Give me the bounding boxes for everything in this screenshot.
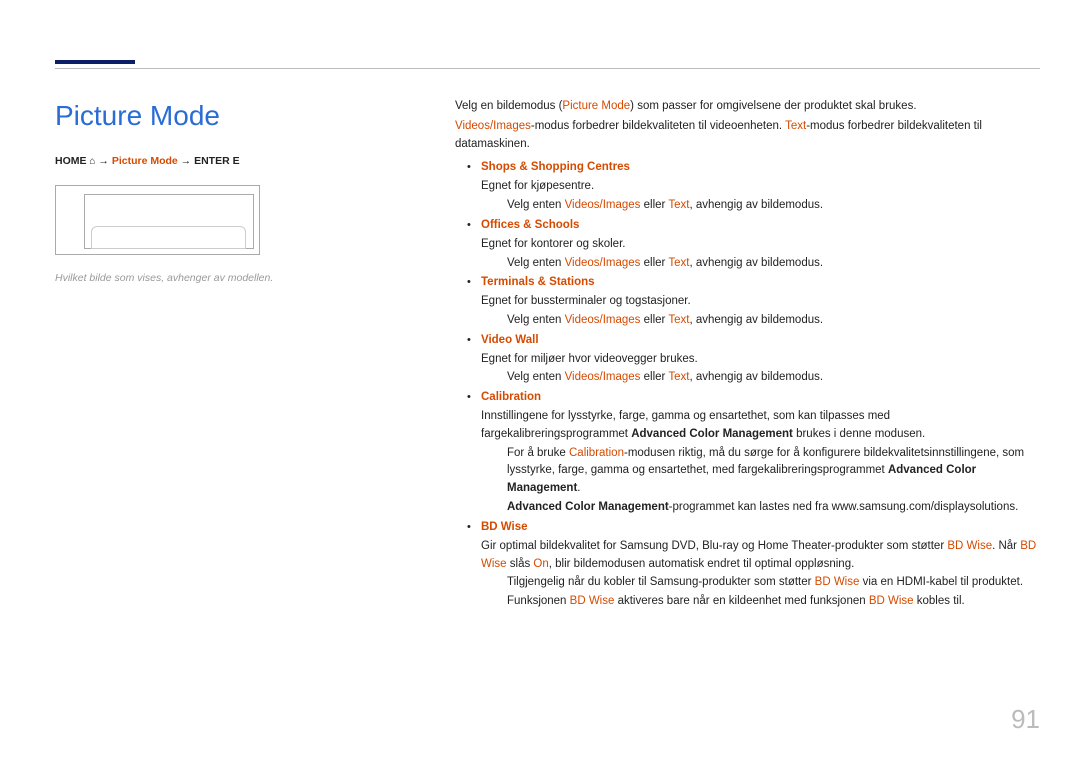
accent-videos-images: Videos/Images [565,314,641,326]
accent-text: Text [668,199,689,211]
list-item-videowall: Video Wall Egnet for miljøer hvor videov… [455,332,1040,387]
accent-picture-mode: Picture Mode [562,100,630,112]
mode-title: Shops & Shopping Centres [481,159,1040,177]
mode-desc: Egnet for bussterminaler og togstasjoner… [481,293,1040,311]
text: ) som passer for omgivelsene der produkt… [630,100,916,112]
accent-videos-images: Videos/Images [455,120,531,132]
image-preview-note: Hvilket bilde som vises, avhenger av mod… [55,272,315,284]
text: Velg enten [507,371,565,383]
accent-calibration: Calibration [569,447,624,459]
text: . [577,482,580,494]
text: eller [640,257,668,269]
accent-bdwise: BD Wise [815,576,860,588]
accent-videos-images: Videos/Images [565,199,641,211]
bold-acm: Advanced Color Management [631,428,793,440]
main-content: Velg en bildemodus (Picture Mode) som pa… [455,98,1040,613]
page-number: 91 [1011,704,1040,735]
accent-text: Text [785,120,806,132]
list-item-calibration: Calibration Innstillingene for lysstyrke… [455,389,1040,517]
mode-subline: Velg enten Videos/Images eller Text, avh… [507,197,1040,215]
text: Velg enten [507,314,565,326]
mode-subline: Velg enten Videos/Images eller Text, avh… [507,255,1040,273]
text: Funksjonen [507,595,570,607]
image-preview-placeholder [55,185,260,255]
accent-text: Text [668,371,689,383]
text: -programmet kan lastes ned fra www.samsu… [669,501,1019,513]
text: eller [640,371,668,383]
mode-title: BD Wise [481,519,1040,537]
text: , avhengig av bildemodus. [689,371,823,383]
calibration-sub2: Advanced Color Management-programmet kan… [507,499,1040,517]
accent-on: On [533,558,548,570]
header-accent-bar [55,60,135,64]
mode-desc: Egnet for kontorer og skoler. [481,236,1040,254]
mode-subline: Velg enten Videos/Images eller Text, avh… [507,369,1040,387]
list-item-terminals: Terminals & Stations Egnet for busstermi… [455,274,1040,329]
mode-desc: Egnet for kjøpesentre. [481,178,1040,196]
mode-desc: Gir optimal bildekvalitet for Samsung DV… [481,538,1040,574]
accent-bdwise: BD Wise [869,595,914,607]
mode-desc: Egnet for miljøer hvor videovegger bruke… [481,351,1040,369]
breadcrumb-picture-mode: Picture Mode [112,155,178,167]
bdwise-sub1: Tilgjengelig når du kobler til Samsung-p… [507,574,1040,592]
mode-desc: Innstillingene for lysstyrke, farge, gam… [481,408,1040,444]
text: Tilgjengelig når du kobler til Samsung-p… [507,576,815,588]
text: , blir bildemodusen automatisk endret ti… [549,558,855,570]
intro-paragraph-1: Velg en bildemodus (Picture Mode) som pa… [455,98,1040,116]
text: , avhengig av bildemodus. [689,314,823,326]
text: Gir optimal bildekvalitet for Samsung DV… [481,540,947,552]
breadcrumb: HOME ⌂ → Picture Mode → ENTER E [55,155,240,167]
mode-list: Shops & Shopping Centres Egnet for kjøpe… [455,159,1040,611]
intro-paragraph-2: Videos/Images-modus forbedrer bildekvali… [455,118,1040,154]
header-rule [55,68,1040,69]
text: via en HDMI-kabel til produktet. [859,576,1023,588]
text: aktiveres bare når en kildeenhet med fun… [614,595,868,607]
text: eller [640,314,668,326]
mode-title: Video Wall [481,332,1040,350]
accent-bdwise: BD Wise [570,595,615,607]
text: Velg enten [507,199,565,211]
bold-acm: Advanced Color Management [507,501,669,513]
page-title: Picture Mode [55,100,220,132]
image-preview-inner2 [91,226,246,249]
mode-title: Terminals & Stations [481,274,1040,292]
list-item-shops: Shops & Shopping Centres Egnet for kjøpe… [455,159,1040,214]
bdwise-sub2: Funksjonen BD Wise aktiveres bare når en… [507,593,1040,611]
list-item-offices: Offices & Schools Egnet for kontorer og … [455,217,1040,272]
breadcrumb-arrow: → [98,155,109,167]
list-item-bdwise: BD Wise Gir optimal bildekvalitet for Sa… [455,519,1040,611]
text: For å bruke [507,447,569,459]
text: -modus forbedrer bildekvaliteten til vid… [531,120,785,132]
text: brukes i denne modusen. [793,428,925,440]
accent-videos-images: Videos/Images [565,257,641,269]
text: slås [507,558,534,570]
home-icon: ⌂ [89,156,95,167]
mode-title: Offices & Schools [481,217,1040,235]
text: kobles til. [914,595,965,607]
breadcrumb-arrow: → [181,155,192,167]
text: eller [640,199,668,211]
mode-subline: Velg enten Videos/Images eller Text, avh… [507,312,1040,330]
breadcrumb-home: HOME [55,155,87,167]
accent-bdwise: BD Wise [947,540,992,552]
accent-text: Text [668,314,689,326]
text: . Når [992,540,1020,552]
accent-videos-images: Videos/Images [565,371,641,383]
text: Velg en bildemodus ( [455,100,562,112]
mode-title: Calibration [481,389,1040,407]
accent-text: Text [668,257,689,269]
calibration-sub1: For å bruke Calibration-modusen riktig, … [507,445,1040,498]
breadcrumb-enter: ENTER E [194,155,240,167]
text: Velg enten [507,257,565,269]
text: , avhengig av bildemodus. [689,199,823,211]
text: , avhengig av bildemodus. [689,257,823,269]
